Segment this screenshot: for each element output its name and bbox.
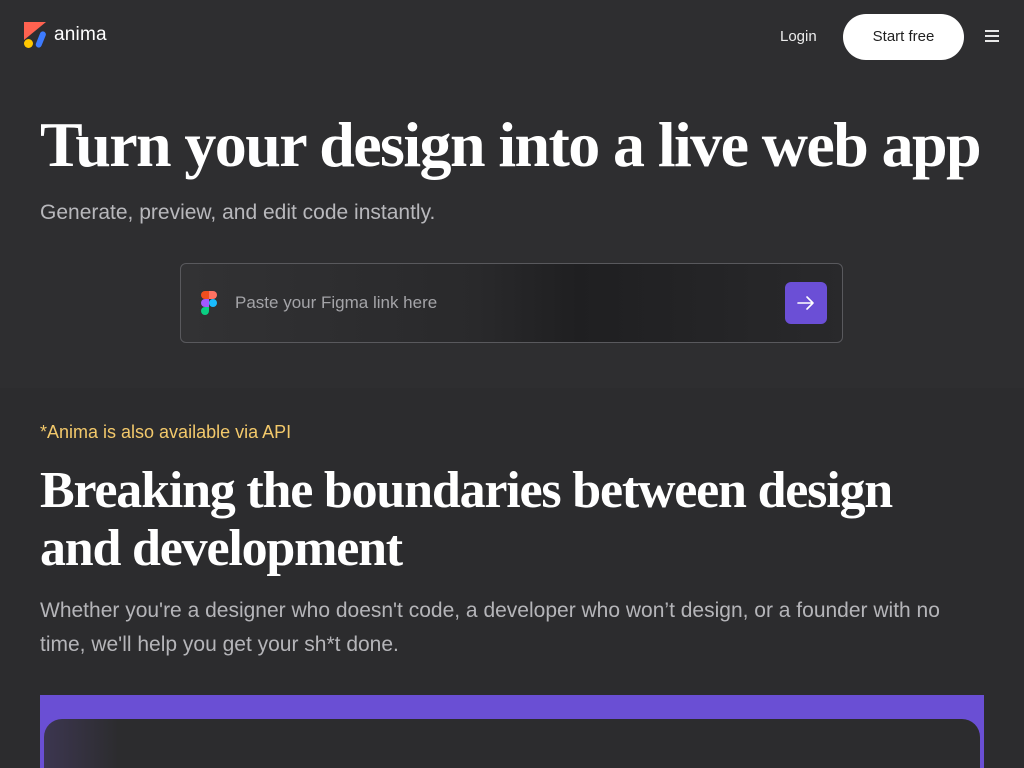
api-availability-note: *Anima is also available via API bbox=[40, 422, 292, 442]
hero-subtitle: Generate, preview, and edit code instant… bbox=[40, 201, 436, 224]
figma-link-box bbox=[180, 263, 843, 343]
arrow-right-icon bbox=[797, 296, 814, 310]
submit-link-button[interactable] bbox=[785, 282, 827, 324]
anima-logo-icon bbox=[24, 22, 46, 48]
figma-icon bbox=[201, 291, 217, 315]
figma-link-input[interactable] bbox=[235, 284, 775, 322]
hamburger-menu-icon[interactable] bbox=[985, 29, 999, 43]
hero-title: Turn your design into a live web app bbox=[40, 109, 982, 180]
section-title: Breaking the boundaries between design a… bbox=[40, 462, 893, 577]
page: anima Login Start free Turn your design … bbox=[0, 0, 1024, 768]
brand-logo[interactable]: anima bbox=[24, 22, 107, 48]
top-nav: anima Login Start free bbox=[0, 0, 1024, 74]
start-free-button[interactable]: Start free bbox=[843, 14, 964, 60]
login-link[interactable]: Login bbox=[780, 27, 817, 47]
showcase-preview bbox=[44, 719, 980, 768]
section-body: Whether you're a designer who doesn't co… bbox=[40, 599, 940, 656]
brand-name: anima bbox=[54, 24, 107, 45]
showcase-panel bbox=[40, 695, 984, 768]
